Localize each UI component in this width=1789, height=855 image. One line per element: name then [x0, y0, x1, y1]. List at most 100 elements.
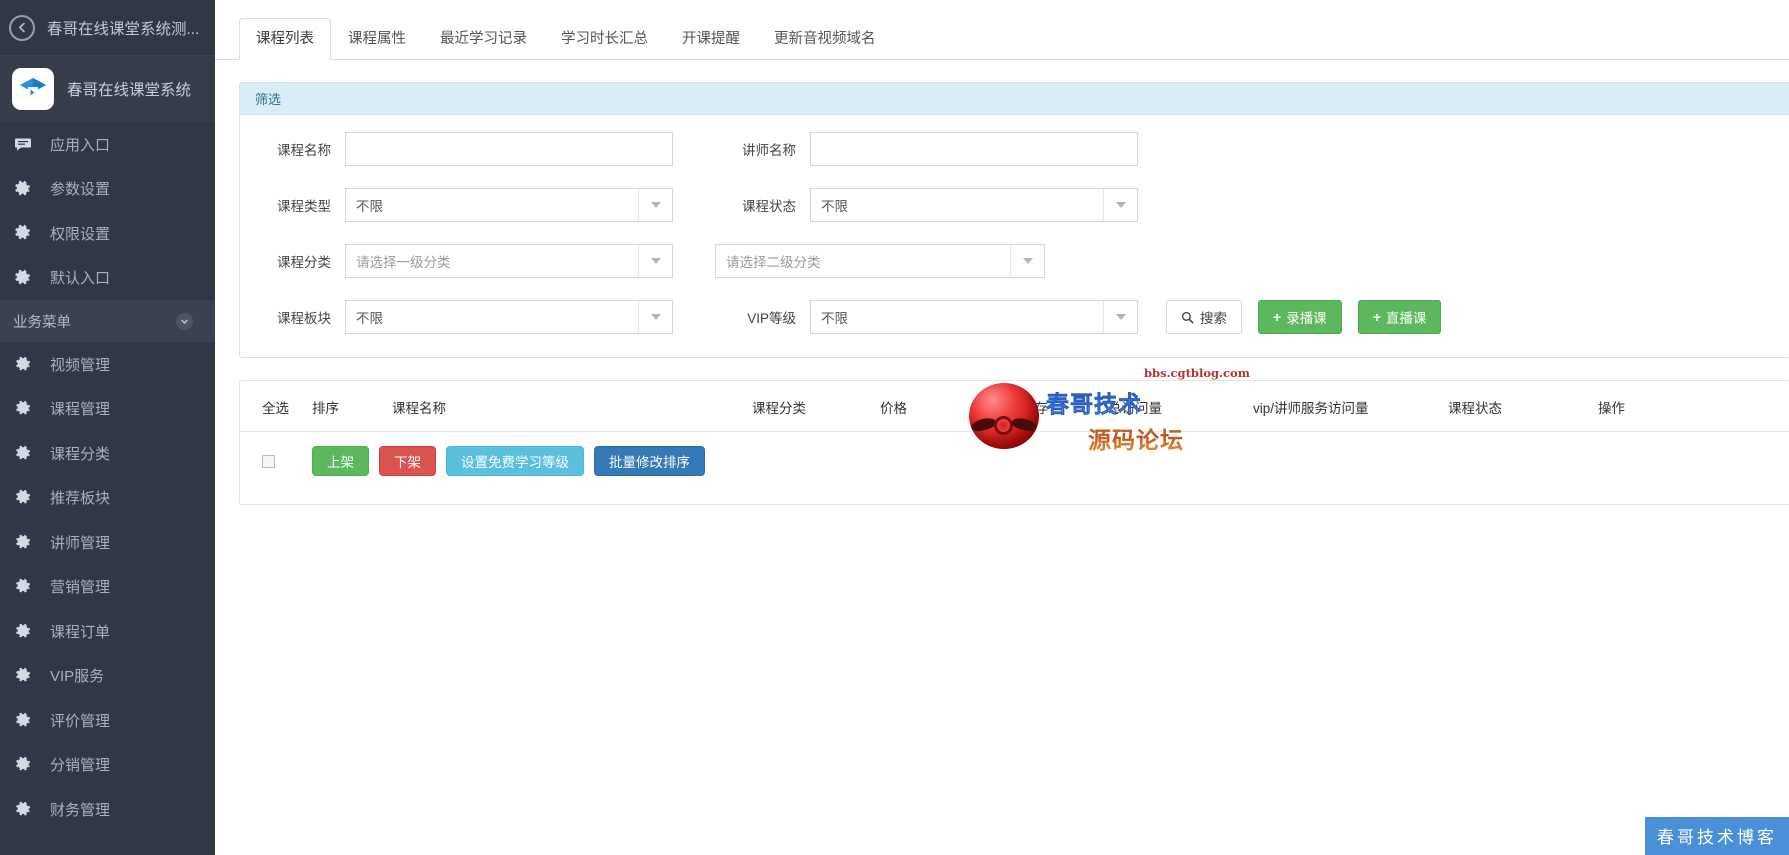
- sidebar-item-param-settings[interactable]: 参数设置: [0, 167, 215, 212]
- chevron-down-icon[interactable]: [176, 312, 193, 330]
- sidebar-item-review-management[interactable]: 评价管理: [0, 698, 215, 743]
- filter-panel: 筛选 课程名称 讲师名称 课程类型 不限 课程状态 不限 课程分类 请选择一级分…: [239, 82, 1789, 358]
- chevron-down-icon[interactable]: [1103, 301, 1137, 333]
- put-on-shelf-button[interactable]: 上架: [312, 446, 369, 476]
- course-type-select[interactable]: 不限: [345, 188, 673, 222]
- sidebar: 春哥在线课堂系统测... 春哥在线课堂系统 应用入口 参数设置 权限设置 默认入…: [0, 0, 215, 855]
- sidebar-item-label: 评价管理: [50, 712, 111, 730]
- th-sales-stock: 销量/库存: [990, 381, 1108, 432]
- sidebar-item-distribution-management[interactable]: 分销管理: [0, 743, 215, 788]
- th-total-visits: 总访问量: [1108, 381, 1253, 432]
- sidebar-item-label: 课程分类: [50, 445, 111, 463]
- sidebar-item-label: 视频管理: [50, 356, 111, 374]
- course-status-select[interactable]: 不限: [810, 188, 1138, 222]
- filter-panel-title: 筛选: [240, 83, 1789, 115]
- tab-recent-study-records[interactable]: 最近学习记录: [423, 18, 544, 60]
- course-block-select[interactable]: 不限: [345, 300, 673, 334]
- teacher-name-input[interactable]: [810, 132, 1138, 166]
- sidebar-brand[interactable]: 春哥在线课堂系统: [0, 56, 215, 122]
- th-select-all: 全选: [240, 381, 312, 432]
- category-level2-value: 请选择二级分类: [726, 255, 821, 270]
- app-logo-icon: [12, 68, 54, 110]
- course-table-card: 全选 排序 课程名称 课程分类 价格 销量/库存 总访问量 vip/讲师服务访问…: [239, 380, 1789, 505]
- filter-row-category: 课程分类 请选择一级分类 请选择二级分类: [240, 241, 1789, 281]
- course-block-label: 课程板块: [277, 311, 331, 326]
- gear-icon: [12, 487, 34, 509]
- sidebar-item-label: 课程管理: [50, 401, 111, 419]
- th-price: 价格: [880, 381, 990, 432]
- course-status-label: 课程状态: [742, 199, 796, 214]
- tab-course-list[interactable]: 课程列表: [239, 18, 331, 60]
- select-all-checkbox[interactable]: [262, 455, 275, 469]
- chevron-down-icon[interactable]: [1103, 189, 1137, 221]
- sidebar-main-menu: 应用入口 参数设置 权限设置 默认入口: [0, 122, 215, 300]
- tab-class-reminder[interactable]: 开课提醒: [665, 18, 757, 60]
- sidebar-item-video-management[interactable]: 视频管理: [0, 342, 215, 387]
- gear-icon: [12, 576, 34, 598]
- course-table-body: 上架 下架 设置免费学习等级 批量修改排序: [240, 432, 1789, 505]
- category-level1-select[interactable]: 请选择一级分类: [345, 244, 673, 278]
- sidebar-item-label: 课程订单: [50, 623, 111, 641]
- sidebar-item-finance-management[interactable]: 财务管理: [0, 787, 215, 832]
- tab-update-media-domain[interactable]: 更新音视频域名: [757, 18, 893, 60]
- sidebar-item-course-order[interactable]: 课程订单: [0, 609, 215, 654]
- category-level2-select[interactable]: 请选择二级分类: [715, 244, 1045, 278]
- chevron-down-icon[interactable]: [638, 301, 672, 333]
- watermark-url: bbs.cgtblog.com: [1144, 366, 1250, 380]
- course-name-label: 课程名称: [277, 143, 331, 158]
- sidebar-group-business[interactable]: 业务菜单: [0, 300, 215, 342]
- filter-row-block-vip: 课程板块 不限 VIP等级 不限 搜索 + 录播课 + 直播课: [240, 297, 1789, 337]
- back-icon[interactable]: [9, 14, 35, 41]
- filter-panel-body: 课程名称 讲师名称 课程类型 不限 课程状态 不限 课程分类 请选择一级分类 请…: [240, 115, 1789, 357]
- chevron-down-icon[interactable]: [638, 189, 672, 221]
- sidebar-item-app-entry[interactable]: 应用入口: [0, 122, 215, 167]
- table-header-row: 全选 排序 课程名称 课程分类 价格 销量/库存 总访问量 vip/讲师服务访问…: [240, 381, 1789, 432]
- chevron-down-icon[interactable]: [638, 245, 672, 277]
- take-off-shelf-button[interactable]: 下架: [379, 446, 436, 476]
- add-recorded-course-button[interactable]: + 录播课: [1258, 300, 1342, 334]
- filter-row-names: 课程名称 讲师名称: [240, 129, 1789, 169]
- sidebar-item-recommend-block[interactable]: 推荐板块: [0, 476, 215, 521]
- set-free-study-level-button[interactable]: 设置免费学习等级: [446, 446, 584, 476]
- course-table: 全选 排序 课程名称 课程分类 价格 销量/库存 总访问量 vip/讲师服务访问…: [240, 381, 1789, 504]
- chevron-down-icon[interactable]: [1010, 245, 1044, 277]
- search-button[interactable]: 搜索: [1166, 300, 1242, 334]
- app-brand-title: 春哥在线课堂系统: [67, 82, 192, 99]
- gear-icon: [12, 665, 34, 687]
- sidebar-item-course-management[interactable]: 课程管理: [0, 387, 215, 432]
- sidebar-item-default-entry[interactable]: 默认入口: [0, 256, 215, 301]
- gear-icon: [12, 442, 34, 464]
- sidebar-item-label: 分销管理: [50, 757, 111, 775]
- tab-study-duration-summary[interactable]: 学习时长汇总: [544, 18, 665, 60]
- sidebar-item-label: VIP服务: [50, 668, 105, 686]
- tab-course-attributes[interactable]: 课程属性: [331, 18, 423, 60]
- sidebar-business-menu: 视频管理 课程管理 课程分类 推荐板块 讲师管理 营销管理 课程订单 VIP服务…: [0, 342, 215, 832]
- tab-bar: 课程列表 课程属性 最近学习记录 学习时长汇总 开课提醒 更新音视频域名: [215, 0, 1789, 60]
- search-button-label: 搜索: [1200, 311, 1227, 326]
- chat-icon: [12, 133, 34, 155]
- th-vip-teacher-visits: vip/讲师服务访问量: [1253, 381, 1448, 432]
- corner-watermark: 春哥技术博客: [1645, 817, 1789, 855]
- gear-icon: [12, 798, 34, 820]
- sidebar-item-course-category[interactable]: 课程分类: [0, 431, 215, 476]
- add-live-course-button[interactable]: + 直播课: [1357, 300, 1442, 334]
- sidebar-item-permission-settings[interactable]: 权限设置: [0, 211, 215, 256]
- sidebar-item-label: 权限设置: [50, 225, 111, 243]
- plus-icon: +: [1372, 309, 1381, 325]
- plus-icon: +: [1273, 309, 1282, 325]
- sidebar-item-label: 应用入口: [50, 136, 111, 154]
- sidebar-header: 春哥在线课堂系统测...: [0, 0, 215, 56]
- sidebar-item-marketing-management[interactable]: 营销管理: [0, 565, 215, 610]
- course-name-input[interactable]: [345, 132, 673, 166]
- course-type-value: 不限: [356, 199, 383, 214]
- sidebar-item-vip-service[interactable]: VIP服务: [0, 654, 215, 699]
- batch-modify-sort-button[interactable]: 批量修改排序: [594, 446, 705, 476]
- filter-section: 筛选 课程名称 讲师名称 课程类型 不限 课程状态 不限 课程分类 请选择一级分…: [215, 60, 1789, 358]
- bulk-action-buttons: 上架 下架 设置免费学习等级 批量修改排序: [312, 446, 1789, 476]
- sidebar-group-label: 业务菜单: [13, 314, 71, 331]
- vip-level-select[interactable]: 不限: [810, 300, 1138, 334]
- th-course-name: 课程名称: [392, 381, 752, 432]
- gear-icon: [12, 353, 34, 375]
- course-block-value: 不限: [356, 311, 383, 326]
- sidebar-item-teacher-management[interactable]: 讲师管理: [0, 520, 215, 565]
